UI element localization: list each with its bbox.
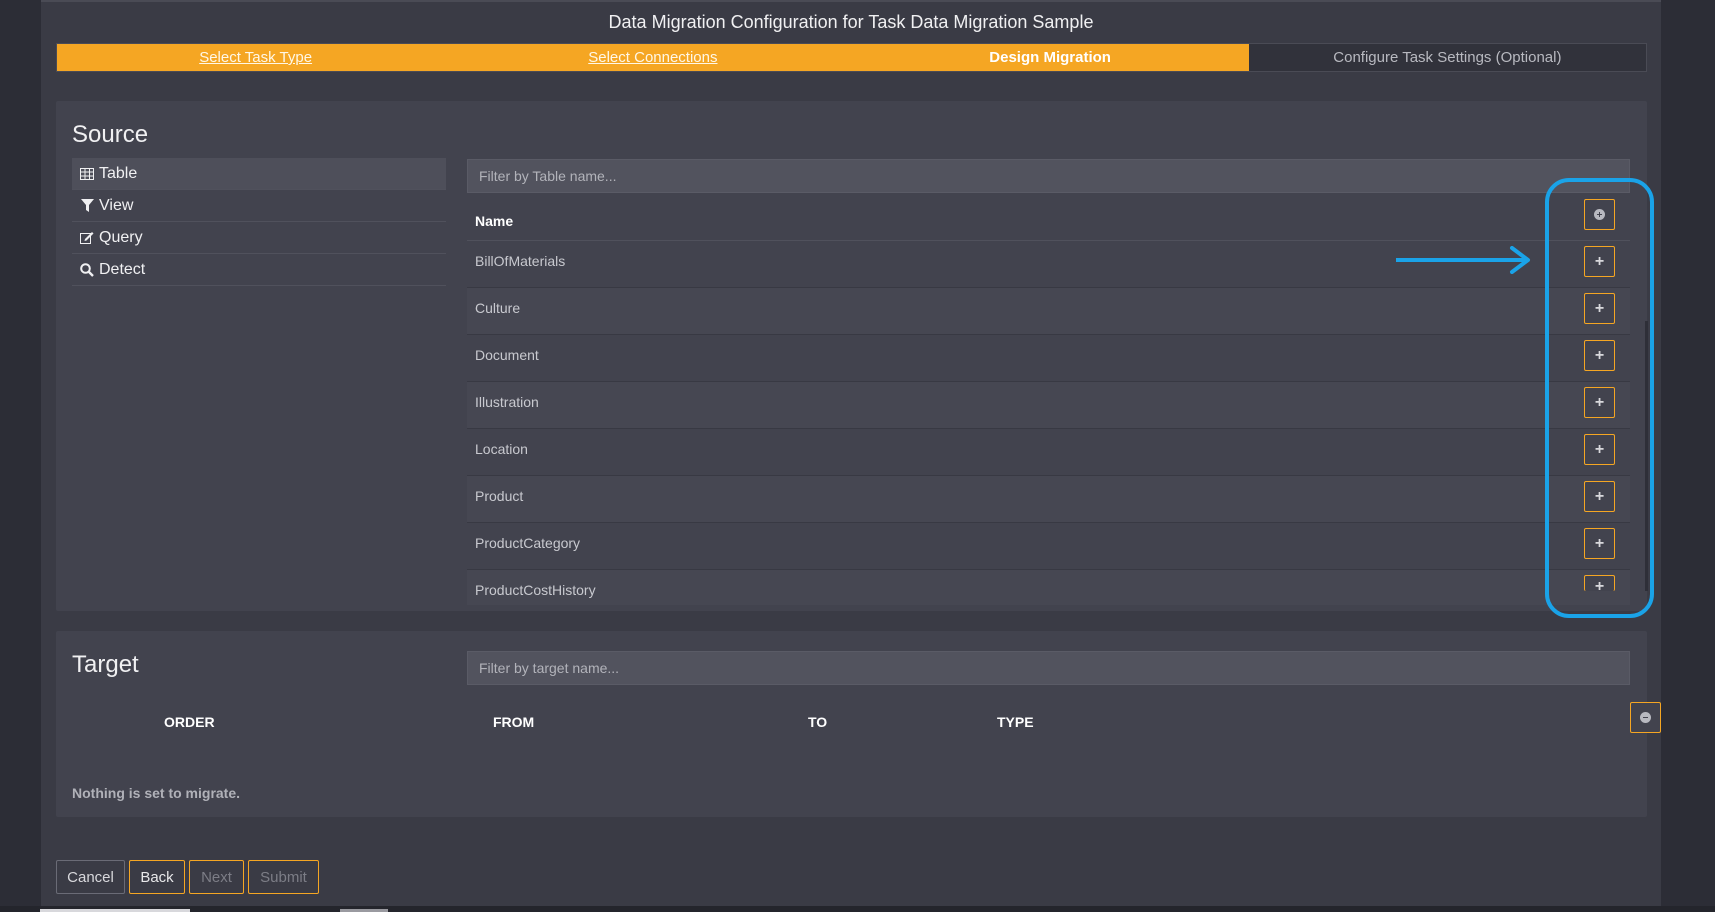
source-type-label: Detect (99, 260, 146, 278)
table-row: Location (467, 429, 1630, 476)
column-header-from: FROM (493, 714, 535, 730)
source-type-label: Table (99, 164, 138, 182)
target-heading: Target (72, 651, 139, 678)
back-button[interactable]: Back (129, 860, 185, 894)
source-type-query[interactable]: Query (72, 222, 446, 254)
next-button[interactable]: Next (189, 860, 244, 894)
step-design-migration: Design Migration (851, 44, 1249, 71)
table-row: Illustration (467, 382, 1630, 429)
column-header-order: ORDER (164, 714, 215, 730)
remove-all-button[interactable] (1630, 702, 1661, 733)
wizard-steps: Select Task Type Select Connections Desi… (56, 43, 1647, 72)
source-type-list: Table View Query Detect (72, 158, 446, 286)
table-row: ProductCostHistory (467, 570, 1630, 605)
column-header-name: Name (467, 201, 1630, 241)
column-header-type: TYPE (997, 714, 1034, 730)
target-filter-input[interactable] (467, 651, 1630, 685)
step-configure-task-settings[interactable]: Configure Task Settings (Optional) (1248, 44, 1646, 71)
source-type-label: View (99, 196, 134, 214)
source-type-label: Query (99, 228, 143, 246)
arrow-annotation-icon (1396, 246, 1530, 274)
highlight-annotation (1545, 178, 1654, 618)
source-type-view[interactable]: View (72, 190, 446, 222)
cancel-button[interactable]: Cancel (56, 860, 125, 894)
source-type-detect[interactable]: Detect (72, 254, 446, 286)
step-select-connections[interactable]: Select Connections (454, 44, 852, 71)
submit-button[interactable]: Submit (248, 860, 319, 894)
target-panel: Target ORDER FROM TO TYPE Nothing is set… (56, 631, 1661, 817)
source-panel: Source Table View Query Detect Filter by… (56, 101, 1648, 611)
edit-icon (78, 231, 96, 244)
source-type-table[interactable]: Table (72, 158, 446, 190)
search-icon (78, 262, 96, 277)
main-window: Data Migration Configuration for Task Da… (41, 0, 1661, 906)
column-header-to: TO (808, 714, 828, 730)
page-title: Data Migration Configuration for Task Da… (608, 12, 1094, 32)
table-row: Product (467, 476, 1630, 523)
source-table-body: BillOfMaterials Culture Document Illustr… (467, 241, 1630, 605)
source-heading: Source (72, 121, 149, 148)
table-row: Culture (467, 288, 1630, 335)
table-row: ProductCategory (467, 523, 1630, 570)
bottom-scrollbar (0, 906, 1715, 912)
minus-circle-icon (1640, 712, 1651, 723)
table-filter-input[interactable] (467, 159, 1630, 193)
table-row: Document (467, 335, 1630, 382)
table-icon (78, 167, 96, 180)
empty-target-message: Nothing is set to migrate. (72, 785, 241, 801)
filter-icon (78, 199, 96, 212)
step-select-task-type[interactable]: Select Task Type (57, 44, 455, 71)
